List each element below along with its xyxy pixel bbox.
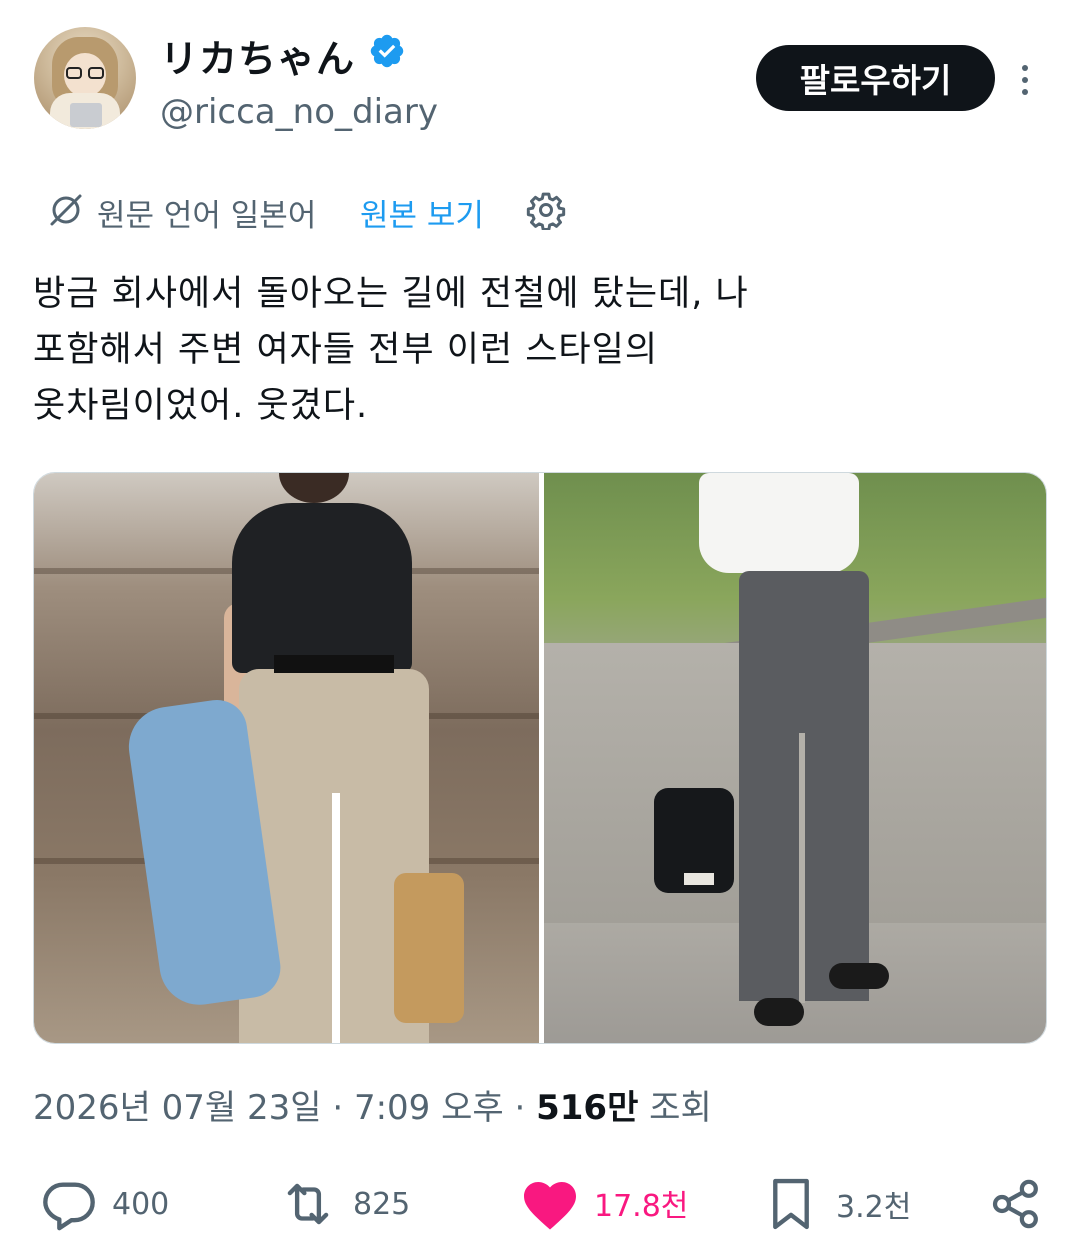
trouser-gap bbox=[799, 733, 805, 1003]
view-count: 516만 bbox=[536, 1088, 639, 1128]
tweet-line: 방금 회사에서 돌아오는 길에 전철에 탔는데, 나 bbox=[33, 274, 749, 314]
bag-tag bbox=[684, 873, 714, 885]
tweet-line: 옷차림이었어. 웃겼다. bbox=[33, 386, 369, 426]
retweet-icon bbox=[287, 1183, 329, 1225]
tweet-text: 방금 회사에서 돌아오는 길에 전철에 탔는데, 나 포함해서 주변 여자들 전… bbox=[33, 266, 1043, 434]
user-handle[interactable]: @ricca_no_diary bbox=[160, 92, 438, 132]
black-belt bbox=[274, 655, 394, 673]
reply-count: 400 bbox=[112, 1186, 170, 1222]
straw-bag bbox=[394, 873, 464, 1023]
avatar[interactable] bbox=[34, 27, 136, 129]
bookmark-count: 3.2천 bbox=[836, 1190, 912, 1225]
avatar-laptop bbox=[70, 103, 102, 127]
tweet-time[interactable]: 7:09 오후 bbox=[354, 1088, 504, 1128]
like-button[interactable]: 17.8천 bbox=[520, 1175, 688, 1231]
source-language-label: 원문 언어 일본어 bbox=[97, 198, 317, 234]
retweet-button[interactable]: 825 bbox=[277, 1175, 410, 1233]
translate-icon bbox=[50, 194, 82, 226]
photo-1[interactable] bbox=[34, 473, 539, 1043]
retweet-count: 825 bbox=[353, 1186, 411, 1222]
tweet-date[interactable]: 2026년 07월 23일 bbox=[33, 1088, 322, 1128]
trouser-gap bbox=[332, 793, 340, 1043]
photo-2[interactable] bbox=[544, 473, 1046, 1043]
more-vertical-icon[interactable] bbox=[1015, 60, 1035, 100]
show-original-link[interactable]: 원본 보기 bbox=[360, 190, 484, 235]
person-hair bbox=[279, 473, 349, 503]
meta-separator: · bbox=[503, 1088, 537, 1128]
sneaker bbox=[829, 963, 889, 989]
view-label: 조회 bbox=[638, 1088, 712, 1128]
meta-separator: · bbox=[321, 1088, 354, 1128]
heart-icon bbox=[524, 1182, 576, 1230]
verified-badge-icon bbox=[370, 34, 404, 68]
tweet-line: 포함해서 주변 여자들 전부 이런 스타일의 bbox=[33, 330, 659, 370]
black-tshirt bbox=[232, 503, 412, 673]
reply-button[interactable]: 400 bbox=[40, 1175, 169, 1233]
bookmark-icon bbox=[773, 1178, 809, 1230]
display-name[interactable]: リカちゃん bbox=[160, 28, 355, 83]
bookmark-button[interactable]: 3.2천 bbox=[768, 1175, 911, 1233]
gear-icon[interactable] bbox=[526, 190, 566, 230]
share-icon[interactable] bbox=[988, 1176, 1044, 1232]
like-count: 17.8천 bbox=[594, 1189, 689, 1224]
follow-button[interactable]: 팔로우하기 bbox=[756, 45, 995, 111]
tweet-meta: 2026년 07월 23일 · 7:09 오후 · 516만 조회 bbox=[33, 1080, 712, 1129]
avatar-glasses bbox=[64, 67, 106, 79]
reply-icon bbox=[43, 1182, 95, 1231]
white-tshirt bbox=[699, 473, 859, 573]
sneaker bbox=[754, 998, 804, 1026]
media-grid bbox=[33, 472, 1047, 1044]
